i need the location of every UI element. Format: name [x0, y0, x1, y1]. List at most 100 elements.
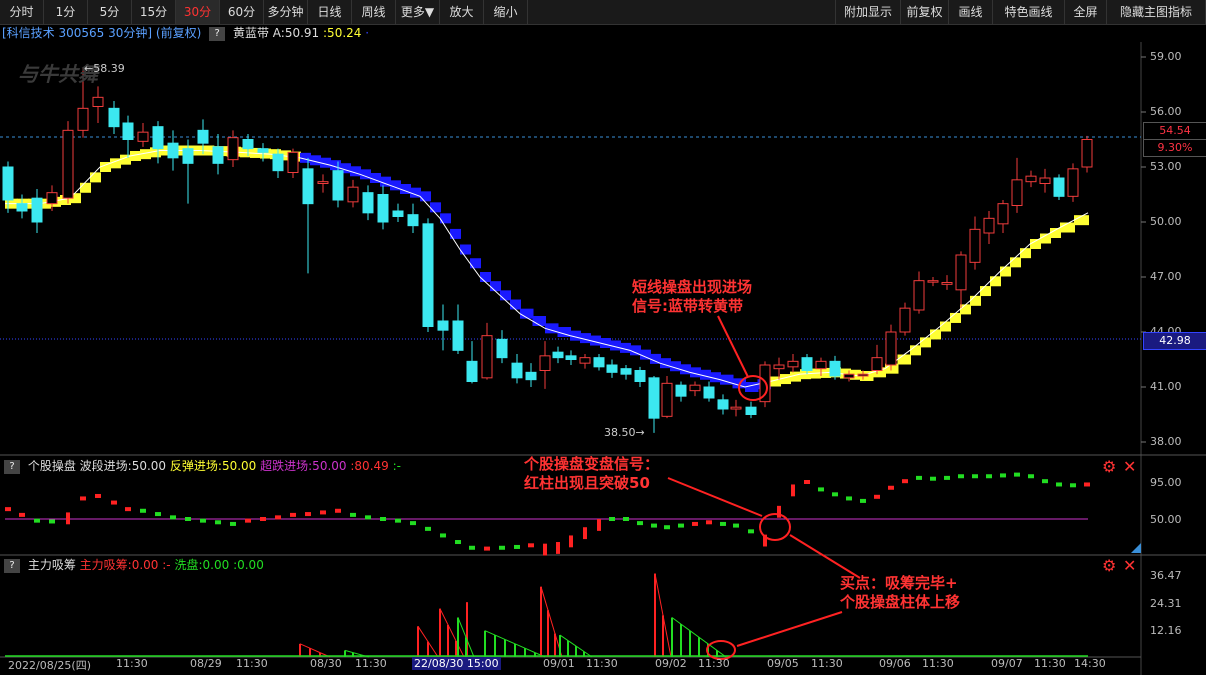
scroll-corner-icon	[1131, 543, 1141, 553]
candle-body	[257, 148, 269, 153]
sub2-axis-label: 12.16	[1150, 624, 1182, 637]
time-cursor-label: 22/08/30 15:00	[412, 657, 501, 670]
flow-bar	[447, 624, 457, 642]
oscillator-bar	[748, 529, 754, 534]
oscillator-bar	[651, 523, 657, 528]
sub1-axis-label: 95.00	[1150, 476, 1182, 489]
time-axis-label: 09/05	[767, 657, 799, 670]
flow-bar	[559, 634, 569, 641]
oscillator-bar	[5, 507, 11, 512]
flow-bar	[352, 652, 362, 656]
oscillator-bar	[528, 543, 534, 548]
oscillator-bar	[440, 533, 446, 538]
oscillator-bar	[1014, 472, 1020, 477]
candle-body	[552, 351, 564, 359]
oscillator-bar	[692, 521, 698, 526]
help-icon[interactable]: ?	[4, 558, 20, 573]
band-segment	[940, 321, 951, 332]
help-icon[interactable]: ?	[4, 459, 20, 474]
flow-bar	[344, 649, 354, 654]
annotation-arrow	[717, 315, 749, 378]
candle-body	[745, 406, 757, 415]
candle-body	[606, 364, 618, 373]
time-axis-label: 11:30	[236, 657, 268, 670]
cursor-price-box: 42.98	[1143, 332, 1206, 350]
flow-bar	[567, 640, 577, 647]
candle-body	[955, 254, 967, 291]
candle-body	[392, 210, 404, 217]
flow-bar	[484, 630, 496, 636]
oscillator-bar	[335, 508, 341, 513]
flow-bar	[427, 641, 439, 658]
candle-body	[1039, 177, 1051, 184]
candle-body	[703, 386, 715, 399]
gear-icon[interactable]: ⚙	[1102, 459, 1116, 475]
oscillator-bar	[1084, 482, 1090, 487]
flow-bar	[439, 608, 449, 626]
oscillator-bar	[706, 520, 712, 525]
time-axis-label: 09/01	[543, 657, 575, 670]
time-axis-label: 11:30	[355, 657, 387, 670]
close-icon[interactable]: ✕	[1123, 459, 1136, 475]
oscillator-bar	[609, 517, 615, 521]
sub2-field: 洗盘:0.00	[174, 558, 230, 572]
oscillator-bar	[678, 523, 684, 528]
candle-body	[481, 335, 493, 379]
oscillator-bar	[365, 515, 371, 520]
oscillator-bar	[19, 512, 25, 517]
gear-icon[interactable]: ⚙	[1102, 558, 1116, 574]
annotation-arrow	[667, 477, 763, 517]
band-segment	[510, 299, 521, 310]
candle-body	[362, 192, 374, 214]
candle-body	[2, 166, 14, 201]
candle-body	[717, 399, 729, 410]
candle-body	[332, 170, 344, 201]
candle-body	[16, 203, 28, 212]
candle-body	[620, 368, 632, 375]
band-segment	[420, 191, 431, 202]
candle-body	[92, 96, 104, 108]
candle-body	[496, 338, 508, 359]
band-segment	[960, 304, 971, 315]
oscillator-bar	[170, 515, 176, 520]
band-segment	[970, 295, 981, 306]
candle-body	[787, 360, 799, 368]
oscillator-bar	[664, 525, 670, 530]
oscillator-bar	[155, 512, 161, 517]
band-segment	[950, 312, 961, 323]
oscillator-bar	[380, 517, 386, 521]
oscillator-bar	[637, 521, 643, 526]
oscillator-bar	[1000, 473, 1006, 478]
band-segment	[1020, 248, 1031, 259]
annotation-line: 买点：吸筹完毕+	[840, 574, 958, 592]
oscillator-bar	[320, 510, 326, 515]
candle-body	[927, 280, 939, 283]
flow-bar	[299, 643, 311, 649]
oscillator-bar	[215, 520, 221, 525]
flow-bar	[689, 630, 700, 638]
oscillator-bar	[469, 545, 475, 550]
flow-bar	[680, 623, 691, 632]
oscillator-bar	[34, 518, 40, 523]
candle-body	[77, 107, 89, 131]
time-axis-label: 14:30	[1074, 657, 1106, 670]
band-segment	[1000, 266, 1011, 277]
band-segment	[450, 228, 461, 239]
oscillator-bar	[1056, 482, 1062, 487]
flow-bar	[575, 645, 585, 652]
candle-body	[815, 360, 827, 370]
band-segment	[490, 281, 501, 292]
flow-bar	[494, 634, 506, 640]
candle-body	[197, 129, 209, 144]
oscillator-bar	[66, 512, 70, 525]
low-price-label: 38.50→	[604, 426, 645, 439]
flow-bar	[417, 626, 429, 642]
oscillator-bar	[49, 519, 55, 524]
signal-circle	[759, 513, 791, 541]
sub2-field: :-	[162, 558, 171, 572]
candle-body	[437, 320, 449, 331]
candle-body	[525, 371, 537, 381]
oscillator-bar	[125, 507, 131, 512]
close-icon[interactable]: ✕	[1123, 558, 1136, 574]
band-segment	[980, 286, 991, 297]
